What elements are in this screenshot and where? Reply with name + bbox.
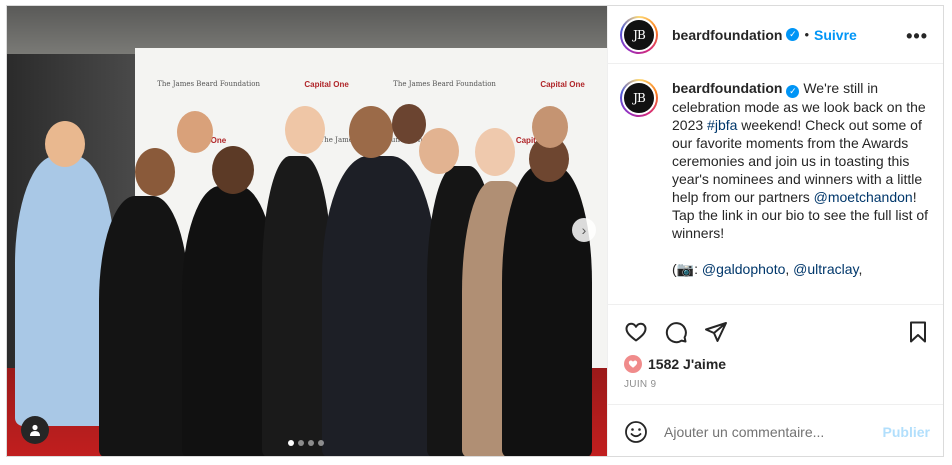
carousel-dot [308, 440, 314, 446]
comment-input[interactable] [664, 423, 874, 440]
user-icon [30, 424, 40, 436]
verified-badge-icon: ✓ [786, 28, 800, 41]
caption-credits: (📷: [672, 260, 702, 277]
publish-button[interactable]: Publier [883, 424, 930, 440]
photo-celebration: The James Beard Foundation Capital One T… [7, 6, 607, 456]
caption-avatar[interactable]: JB [620, 79, 658, 117]
username-link[interactable]: beardfoundation [672, 27, 782, 43]
verified-badge-icon: ✓ [786, 84, 800, 98]
mention-link[interactable]: @ultraclay [793, 261, 858, 277]
post-date[interactable]: JUIN 9 [624, 379, 930, 390]
comment-icon[interactable] [664, 320, 688, 344]
mention-link[interactable]: @galdophoto [702, 261, 786, 277]
backdrop-logo: Capital One [304, 80, 349, 89]
next-slide-button[interactable]: › [572, 218, 596, 242]
avatar-logo: JB [622, 17, 656, 52]
hashtag-link[interactable]: #jbfa [707, 117, 737, 133]
caption-username-link[interactable]: beardfoundation [672, 80, 782, 96]
chevron-right-icon: › [581, 222, 587, 238]
caption-text: beardfoundation ✓ We're still in celebrat… [672, 80, 929, 277]
post-details: JB beardfoundation ✓ • Suivre ••• JB bea… [607, 6, 943, 456]
avatar[interactable]: JB [620, 15, 658, 54]
avatar-logo: JB [622, 81, 656, 115]
tagged-users-button[interactable] [21, 416, 49, 444]
comment-bar: Publier [608, 404, 943, 456]
caption-area: JB beardfoundation ✓ We're still in celeb… [608, 65, 943, 303]
carousel-dot [318, 440, 324, 446]
mention-link[interactable]: @moetchandon [814, 189, 913, 205]
separator: • [804, 27, 809, 42]
carousel-indicator [288, 440, 324, 446]
post-media[interactable]: The James Beard Foundation Capital One T… [7, 6, 607, 456]
bookmark-icon[interactable] [906, 320, 930, 344]
likes-count[interactable]: 1582 J'aime [624, 355, 930, 373]
backdrop-logo: The James Beard Foundation [393, 80, 496, 88]
carousel-dot [288, 440, 294, 446]
heart-icon[interactable] [624, 320, 648, 344]
likes-text: 1582 J'aime [648, 356, 727, 372]
post-header: JB beardfoundation ✓ • Suivre ••• [608, 6, 943, 64]
instagram-post: The James Beard Foundation Capital One T… [6, 5, 944, 457]
carousel-dot [298, 440, 304, 446]
backdrop-logo: The James Beard Foundation [157, 80, 260, 88]
follow-button[interactable]: Suivre [814, 27, 857, 43]
share-icon[interactable] [704, 320, 728, 344]
post-actions: 1582 J'aime JUIN 9 [608, 304, 943, 404]
more-options-icon[interactable]: ••• [906, 26, 928, 47]
backdrop-logo: Capital One [540, 80, 585, 89]
emoji-icon[interactable] [624, 420, 648, 444]
heart-badge-icon [624, 355, 642, 373]
